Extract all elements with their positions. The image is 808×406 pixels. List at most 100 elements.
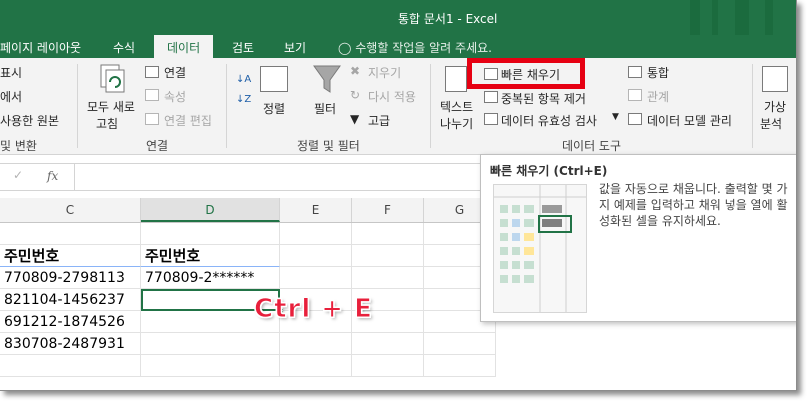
- cell-d1[interactable]: [141, 223, 280, 245]
- what-if-icon: [762, 66, 788, 92]
- connections-button[interactable]: 연결: [164, 64, 186, 81]
- sort-button[interactable]: 정렬: [263, 100, 285, 117]
- data-model-icon: [628, 113, 642, 125]
- text-to-columns-label-1[interactable]: 텍스트: [440, 98, 473, 115]
- excel-window: 통합 문서1 - Excel 페이지 레이아웃 수식 데이터 검토 보기 ◯ 수…: [0, 0, 797, 391]
- group-separator: [430, 64, 431, 148]
- confirm-icon[interactable]: ✓: [13, 168, 23, 182]
- data-tools-group-label: 데이터 도구: [562, 139, 622, 153]
- title-decoration: [712, 0, 718, 35]
- edit-links-icon: [145, 113, 159, 125]
- data-validation-button[interactable]: 데이터 유효성 검사: [501, 112, 597, 129]
- cell-f2[interactable]: [352, 245, 424, 267]
- clear-filter-button[interactable]: 지우기: [368, 64, 401, 81]
- tell-me-text: 수행할 작업을 알려 주세요.: [355, 41, 492, 55]
- column-header-d[interactable]: D: [141, 198, 280, 222]
- table-row-3-id[interactable]: 691212-1874526: [0, 311, 141, 333]
- tooltip-title: 빠른 채우기 (Ctrl+E): [490, 164, 608, 178]
- cell-c7[interactable]: [0, 355, 141, 377]
- window-title: 통합 문서1 - Excel: [398, 12, 498, 26]
- shortcut-annotation: Ctrl + E: [254, 294, 373, 325]
- advanced-filter-icon: ▼: [350, 112, 360, 126]
- table-row-4-masked[interactable]: [141, 333, 280, 355]
- cell-f1[interactable]: [352, 223, 424, 245]
- tab-view[interactable]: 보기: [284, 39, 306, 56]
- title-decoration: [765, 0, 773, 35]
- filter-button[interactable]: 필터: [314, 100, 336, 117]
- formula-input[interactable]: [74, 164, 495, 190]
- lightbulb-icon: ◯: [338, 41, 352, 55]
- cell-c-header[interactable]: 주민번호: [0, 245, 141, 267]
- column-header-c[interactable]: C: [0, 198, 141, 222]
- column-header-e[interactable]: E: [280, 198, 352, 222]
- title-decoration: [690, 0, 700, 35]
- tab-page-layout[interactable]: 페이지 레이아웃: [0, 39, 81, 56]
- data-validation-dropdown-icon[interactable]: ▼: [612, 112, 619, 122]
- svg-text:↓Z: ↓Z: [236, 94, 251, 105]
- refresh-all-label-1[interactable]: 모두 새로: [87, 98, 135, 115]
- tell-me-box[interactable]: ◯ 수행할 작업을 알려 주세요.: [338, 39, 492, 56]
- flash-fill-tooltip: 빠른 채우기 (Ctrl+E) 값을 자동으로 채웁니다. 출력할 몇 가지 예…: [480, 154, 796, 322]
- clear-filter-icon: ✖: [350, 64, 361, 78]
- table-row-2-id[interactable]: 821104-1456237: [0, 289, 141, 311]
- function-icon[interactable]: fx: [47, 169, 58, 183]
- cell-d-header[interactable]: 주민번호: [141, 245, 280, 267]
- svg-text:↓A: ↓A: [236, 74, 251, 85]
- show-queries-button[interactable]: 표시: [0, 64, 22, 81]
- text-to-columns-label-2[interactable]: 나누기: [440, 115, 473, 132]
- cell-f6[interactable]: [352, 333, 424, 355]
- cell-f3[interactable]: [352, 267, 424, 289]
- tab-data[interactable]: 데이터: [154, 35, 214, 58]
- cell-g6[interactable]: [424, 333, 496, 355]
- refresh-all-label-2[interactable]: 고침: [96, 115, 118, 132]
- connections-icon: [145, 66, 159, 78]
- relationships-button[interactable]: 관계: [647, 88, 669, 105]
- advanced-filter-button[interactable]: 고급: [368, 112, 390, 129]
- text-to-columns-icon: [445, 66, 467, 92]
- cell-f7[interactable]: [352, 355, 424, 377]
- cell-g7[interactable]: [424, 355, 496, 377]
- properties-icon: [145, 89, 159, 101]
- what-if-label-1[interactable]: 가상: [764, 98, 786, 115]
- cell-e2[interactable]: [280, 245, 352, 267]
- sort-filter-group-label: 정렬 및 필터: [297, 139, 360, 153]
- consolidate-button[interactable]: 통합: [647, 64, 669, 81]
- data-validation-icon: [484, 113, 498, 125]
- sort-asc-desc-icon[interactable]: ↓A ↓Z: [236, 70, 254, 110]
- sort-dialog-icon: [260, 66, 288, 92]
- group-separator: [226, 64, 227, 148]
- edit-links-button[interactable]: 연결 편집: [164, 112, 212, 129]
- group-separator: [752, 64, 753, 148]
- tab-review[interactable]: 검토: [232, 39, 254, 56]
- group-separator: [77, 64, 78, 148]
- table-row-1-id[interactable]: 770809-2798113: [0, 267, 141, 289]
- cell-e7[interactable]: [280, 355, 352, 377]
- remove-duplicates-button[interactable]: 중복된 항목 제거: [501, 90, 586, 107]
- cell-e3[interactable]: [280, 267, 352, 289]
- properties-button[interactable]: 속성: [164, 88, 186, 105]
- recent-sources-button[interactable]: 사용한 원본: [0, 112, 59, 129]
- filter-funnel-icon: [312, 64, 342, 96]
- relationships-icon: [628, 89, 642, 101]
- data-model-button[interactable]: 데이터 모델 관리: [647, 112, 732, 129]
- flash-fill-illustration-icon: [493, 184, 587, 313]
- remove-duplicates-icon: [484, 91, 498, 103]
- from-table-button[interactable]: 에서: [0, 88, 22, 105]
- flash-fill-highlight: [467, 58, 585, 89]
- table-row-4-id[interactable]: 830708-2487931: [0, 333, 141, 355]
- refresh-all-icon: [100, 64, 126, 94]
- consolidate-icon: [628, 66, 642, 78]
- what-if-label-2[interactable]: 분석: [760, 115, 782, 132]
- tab-formulas[interactable]: 수식: [113, 39, 135, 56]
- table-row-1-masked[interactable]: 770809-2******: [141, 267, 280, 289]
- title-decoration: [735, 0, 749, 35]
- ribbon: 표시 에서 사용한 원본 및 변환 모두 새로 고침 연결 속성 연결 편집 연…: [0, 58, 796, 155]
- title-bar: 통합 문서1 - Excel: [0, 0, 796, 35]
- cell-d7[interactable]: [141, 355, 280, 377]
- reapply-icon: ↻: [350, 88, 361, 102]
- cell-e6[interactable]: [280, 333, 352, 355]
- cell-c1[interactable]: [0, 223, 141, 245]
- column-header-f[interactable]: F: [352, 198, 424, 222]
- reapply-button[interactable]: 다시 적용: [368, 88, 416, 105]
- cell-e1[interactable]: [280, 223, 352, 245]
